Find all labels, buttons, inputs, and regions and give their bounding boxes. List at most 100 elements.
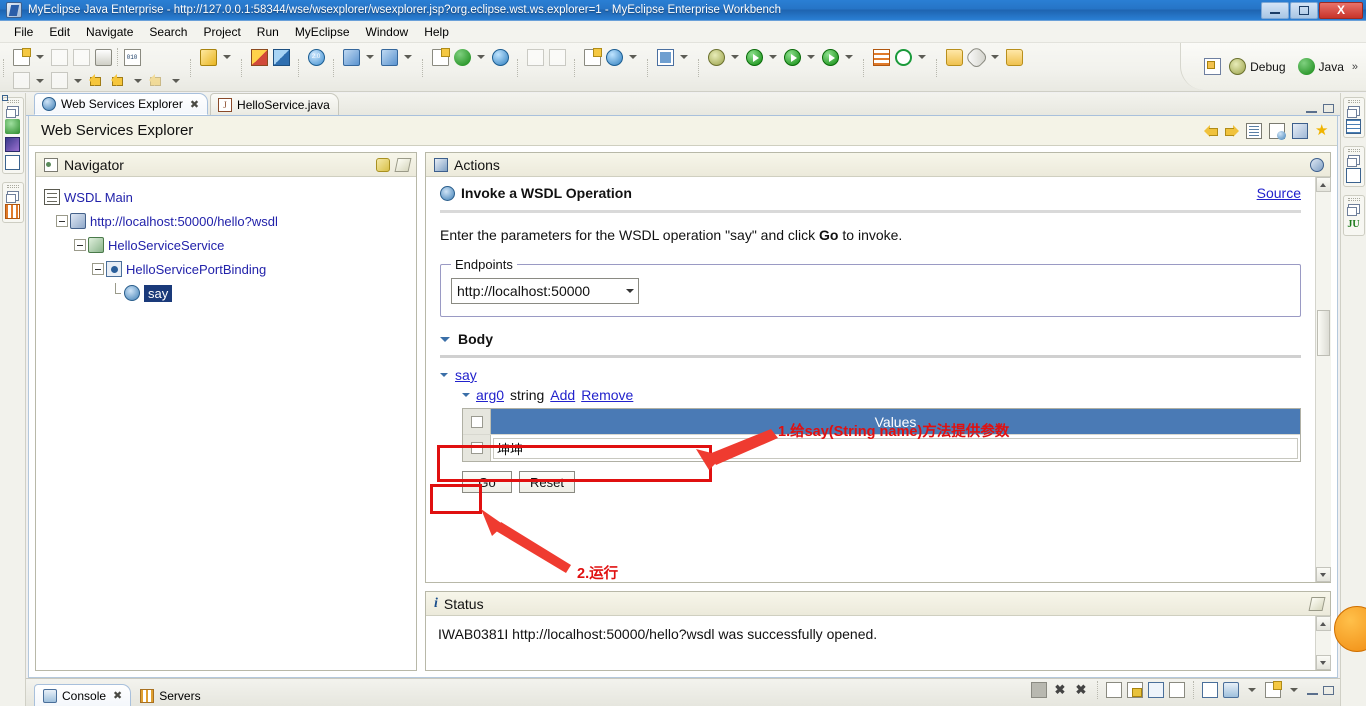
restore-icon[interactable] (1346, 106, 1360, 118)
quick-access-button[interactable] (963, 44, 989, 70)
web20-button[interactable]: 2.0 (305, 46, 327, 68)
perspective-chevron-icon[interactable]: » (1352, 61, 1358, 73)
restore-icon-3[interactable] (1346, 204, 1360, 216)
collapse-toggle-icon[interactable] (74, 239, 86, 251)
minimize-button[interactable] (1261, 1, 1289, 19)
open-console-icon[interactable] (1202, 682, 1218, 698)
close-icon[interactable]: ✖ (190, 98, 199, 111)
favorites-star-icon[interactable]: ★ (1315, 123, 1331, 139)
run-server-dropdown-icon[interactable] (477, 55, 485, 59)
remove-all-launches-icon[interactable]: ✖ (1073, 682, 1089, 698)
run-as-dropdown-icon[interactable] (807, 55, 815, 59)
console-view-menu-dropdown-icon[interactable] (1248, 688, 1256, 692)
restore-icon-2[interactable] (1346, 155, 1360, 167)
save-all-button[interactable] (70, 46, 92, 68)
new-java-element-button[interactable] (10, 70, 32, 92)
status-vertical-scrollbar[interactable] (1315, 616, 1331, 670)
actions-vertical-scrollbar[interactable] (1315, 177, 1331, 582)
new-table-button[interactable] (870, 46, 892, 68)
refresh-button[interactable] (892, 46, 914, 68)
profile-button[interactable] (819, 46, 841, 68)
run-dropdown-icon[interactable] (769, 55, 777, 59)
close-button[interactable]: X (1319, 1, 1363, 19)
open-type-button[interactable]: 010 (121, 46, 143, 68)
scroll-down-button[interactable] (1315, 655, 1331, 670)
drag-grip[interactable] (6, 100, 19, 103)
package-explorer-icon[interactable] (5, 119, 20, 134)
refresh-dropdown-icon[interactable] (918, 55, 926, 59)
db-explorer-button[interactable] (524, 46, 546, 68)
reset-button[interactable]: Reset (519, 471, 575, 493)
tree-node-wsdl-url[interactable]: http://localhost:50000/hello?wsdl (42, 209, 410, 233)
last-edit-location-button[interactable] (86, 70, 108, 92)
save-button[interactable] (48, 46, 70, 68)
collapse-toggle-icon[interactable] (92, 263, 104, 275)
source-link[interactable]: Source (1257, 185, 1301, 201)
menu-myeclipse[interactable]: MyEclipse (287, 23, 358, 41)
display-selected-console-icon[interactable] (1169, 682, 1185, 698)
minimize-editor-icon[interactable] (1306, 104, 1317, 113)
outline-icon[interactable] (5, 155, 20, 170)
clear-console-icon[interactable] (1106, 682, 1122, 698)
external-tools-dropdown-icon[interactable] (74, 78, 82, 83)
pencil-edit-icon[interactable] (394, 157, 412, 172)
tab-console[interactable]: Console ✖ (34, 684, 132, 706)
open-folder-button[interactable] (1003, 46, 1025, 68)
add-argument-link[interactable]: Add (550, 387, 575, 403)
open-perspective-icon[interactable] (1201, 56, 1223, 78)
undeploy-button[interactable] (378, 46, 400, 68)
junit-view-icon[interactable]: JU (1347, 217, 1359, 232)
myeclipse-wizard-dropdown-icon[interactable] (223, 55, 231, 59)
scroll-lock-icon[interactable] (1127, 682, 1143, 698)
open-browser-button[interactable] (489, 46, 511, 68)
scroll-up-button[interactable] (1315, 616, 1331, 631)
endpoint-select[interactable]: http://localhost:50000 (451, 278, 639, 304)
table-view-icon[interactable] (1346, 119, 1361, 134)
db-refresh-button[interactable] (546, 46, 568, 68)
myeclipse-wizard-button[interactable] (197, 46, 219, 68)
run-button[interactable] (743, 46, 765, 68)
back-icon[interactable] (1204, 124, 1218, 137)
run-as-button[interactable] (781, 46, 803, 68)
menu-file[interactable]: File (6, 23, 41, 41)
scroll-thumb[interactable] (1316, 310, 1330, 356)
console-view-menu-icon[interactable] (1223, 682, 1239, 698)
new-wizard-button[interactable] (10, 46, 32, 68)
collapse-toggle-icon[interactable] (56, 215, 68, 227)
scroll-track[interactable] (1315, 631, 1331, 655)
collapse-argument-icon[interactable] (462, 393, 470, 397)
select-all-cell[interactable] (463, 409, 491, 434)
new-wizard-dropdown-icon[interactable] (36, 55, 44, 59)
menu-search[interactable]: Search (141, 23, 195, 41)
select-all-checkbox[interactable] (470, 415, 483, 428)
forward-button[interactable] (146, 70, 168, 92)
pencil-edit-icon[interactable] (1308, 596, 1326, 611)
pin-console-icon[interactable] (1148, 682, 1164, 698)
drag-grip-2[interactable] (1347, 149, 1360, 152)
drag-grip[interactable] (1347, 100, 1360, 103)
minimize-icon[interactable] (1307, 686, 1318, 695)
row-checkbox[interactable] (470, 442, 483, 454)
menu-project[interactable]: Project (195, 23, 248, 41)
web-service-dropdown-icon[interactable] (629, 55, 637, 59)
body-section-header[interactable]: Body (440, 331, 1301, 347)
servers-view-icon[interactable] (5, 204, 20, 219)
deploy-dropdown-icon[interactable] (366, 55, 374, 59)
new-console-view-dropdown-icon[interactable] (1290, 688, 1298, 692)
scroll-up-button[interactable] (1315, 177, 1331, 192)
link-chain-icon[interactable] (376, 157, 390, 172)
forward-icon[interactable] (1225, 124, 1239, 137)
tree-node-port-binding[interactable]: HelloServicePortBinding (42, 257, 410, 281)
forward-dropdown-icon[interactable] (172, 78, 180, 83)
import-button[interactable] (429, 46, 451, 68)
tree-node-wsdl-main[interactable]: WSDL Main (42, 185, 410, 209)
tree-node-service[interactable]: HelloServiceService (42, 233, 410, 257)
profile-dropdown-icon[interactable] (845, 55, 853, 59)
menu-help[interactable]: Help (416, 23, 457, 41)
open-resource-button[interactable] (943, 46, 965, 68)
restore-icon[interactable] (5, 106, 19, 118)
snapshot-dropdown-icon[interactable] (680, 55, 688, 59)
navigator-tree[interactable]: WSDL Main http://localhost:50000/hello?w… (36, 177, 416, 670)
deploy-button[interactable] (340, 46, 362, 68)
restore-icon-2[interactable] (5, 191, 19, 203)
